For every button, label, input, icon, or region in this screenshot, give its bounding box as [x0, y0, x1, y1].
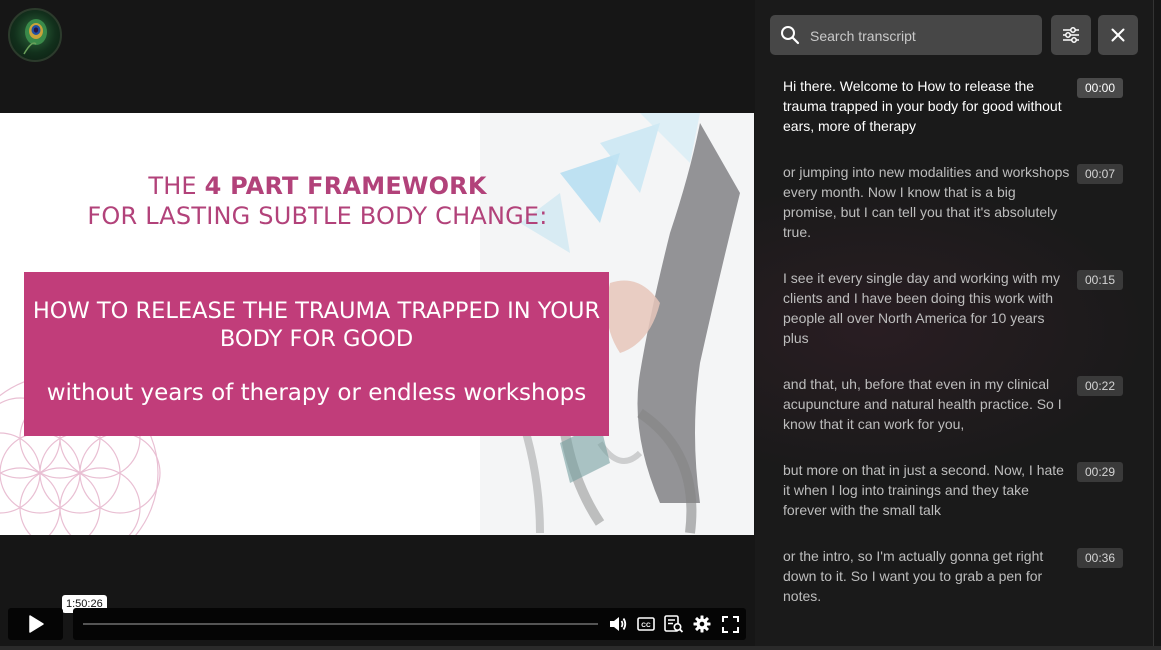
- slide-heading-bold: 4 PART FRAMEWORK: [204, 172, 487, 200]
- slide-title-box: HOW TO RELEASE THE TRAUMA TRAPPED IN YOU…: [24, 272, 609, 436]
- bottom-edge: [0, 646, 1161, 650]
- captions-icon: CC: [637, 617, 655, 631]
- segment-text: but more on that in just a second. Now, …: [783, 462, 1064, 518]
- segment-text: Hi there. Welcome to How to release the …: [783, 78, 1062, 134]
- search-input[interactable]: [808, 15, 1037, 57]
- close-transcript-button[interactable]: [1098, 15, 1138, 55]
- panel-scrollbar[interactable]: [1153, 0, 1154, 650]
- slide-heading-line2: FOR LASTING SUBTLE BODY CHANGE:: [87, 202, 548, 230]
- slide-box-subtitle: without years of therapy or endless work…: [46, 380, 587, 406]
- segment-text: or the intro, so I'm actually gonna get …: [783, 548, 1044, 604]
- segment-text: and that, uh, before that even in my cli…: [783, 376, 1062, 432]
- transcript-segment[interactable]: Hi there. Welcome to How to release the …: [783, 76, 1153, 136]
- segment-timestamp[interactable]: 00:15: [1077, 270, 1123, 290]
- volume-icon: [610, 617, 627, 631]
- transcript-button[interactable]: [664, 614, 684, 634]
- search-icon: [780, 25, 800, 50]
- transcript-segment[interactable]: and that, uh, before that even in my cli…: [783, 374, 1153, 434]
- transcript-settings-button[interactable]: [1051, 15, 1091, 55]
- transcript-segment[interactable]: or jumping into new modalities and works…: [783, 162, 1153, 242]
- play-icon: [28, 615, 44, 633]
- fullscreen-icon: [721, 615, 739, 633]
- slide-box-title: HOW TO RELEASE THE TRAUMA TRAPPED IN YOU…: [32, 298, 601, 352]
- transcript-panel: Hi there. Welcome to How to release the …: [755, 0, 1154, 650]
- transcript-segment[interactable]: but more on that in just a second. Now, …: [783, 460, 1153, 520]
- fullscreen-button[interactable]: [720, 614, 740, 634]
- transcript-segment[interactable]: or the intro, so I'm actually gonna get …: [783, 546, 1153, 606]
- slide-heading-prefix: THE: [148, 172, 205, 200]
- segment-timestamp[interactable]: 00:00: [1077, 78, 1123, 98]
- settings-button[interactable]: [692, 614, 712, 634]
- control-bar: CC: [73, 608, 746, 640]
- transcript-search[interactable]: [770, 15, 1042, 57]
- segment-timestamp[interactable]: 00:22: [1077, 376, 1123, 396]
- volume-button[interactable]: [608, 614, 628, 634]
- video-frame[interactable]: THE 4 PART FRAMEWORK FOR LASTING SUBTLE …: [0, 113, 754, 535]
- segment-timestamp[interactable]: 00:36: [1077, 548, 1123, 568]
- transcript-segment[interactable]: I see it every single day and working wi…: [783, 268, 1153, 348]
- close-icon: [1111, 28, 1125, 42]
- captions-button[interactable]: CC: [636, 614, 656, 634]
- channel-avatar[interactable]: [8, 8, 62, 62]
- transcript-icon: [664, 615, 684, 633]
- sliders-icon: [1063, 27, 1079, 43]
- segment-text: I see it every single day and working wi…: [783, 270, 1061, 346]
- progress-bar[interactable]: [83, 623, 598, 625]
- peacock-feather-icon: [23, 19, 47, 55]
- play-button[interactable]: [8, 608, 63, 640]
- gear-icon: [693, 615, 711, 633]
- segment-timestamp[interactable]: 00:07: [1077, 164, 1123, 184]
- slide-heading: THE 4 PART FRAMEWORK FOR LASTING SUBTLE …: [0, 171, 635, 231]
- segment-text: or jumping into new modalities and works…: [783, 164, 1070, 240]
- svg-text:CC: CC: [641, 622, 651, 629]
- video-player-app: THE 4 PART FRAMEWORK FOR LASTING SUBTLE …: [0, 0, 1161, 650]
- segment-timestamp[interactable]: 00:29: [1077, 462, 1123, 482]
